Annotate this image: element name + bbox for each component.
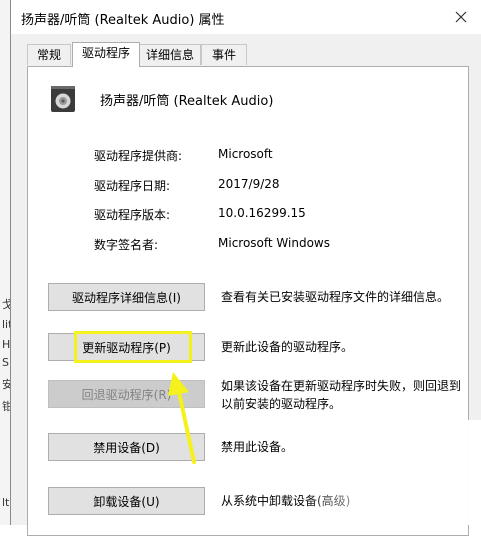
tab-driver[interactable]: 驱动程序	[72, 42, 140, 67]
rollback-driver-desc-line1: 如果该设备在更新驱动程序时失败，则回退到	[221, 379, 462, 393]
version-label: 驱动程序版本:	[94, 208, 171, 222]
highlight-box	[74, 331, 192, 363]
rollback-driver-desc-line2: 以前安装的驱动程序。	[221, 397, 342, 411]
background-text: S	[2, 356, 9, 369]
device-name: 扬声器/听筒 (Realtek Audio)	[100, 94, 274, 109]
update-driver-desc: 更新此设备的驱动程序。	[221, 340, 354, 354]
properties-dialog: 扬声器/听筒 (Realtek Audio) 属性 常规 驱动程序 详细信息 事…	[10, 0, 481, 536]
tab-events[interactable]: 事件	[201, 44, 247, 65]
close-icon	[455, 11, 467, 23]
driver-details-desc: 查看有关已安装驱动程序文件的详细信息。	[221, 290, 450, 304]
driver-tab-panel: 扬声器/听筒 (Realtek Audio) 驱动程序提供商: Microsof…	[27, 66, 469, 536]
provider-value: Microsoft	[218, 147, 273, 161]
tab-details[interactable]: 详细信息	[139, 44, 201, 65]
uninstall-device-button[interactable]: 卸载设备(U)	[48, 487, 205, 515]
background-text: lt	[2, 496, 10, 509]
speaker-icon	[51, 86, 75, 112]
date-value: 2017/9/28	[218, 177, 280, 191]
window-title: 扬声器/听筒 (Realtek Audio) 属性	[21, 13, 225, 28]
close-button[interactable]	[447, 4, 475, 30]
title-bar[interactable]: 扬声器/听筒 (Realtek Audio) 属性	[11, 0, 481, 34]
version-value: 10.0.16299.15	[218, 206, 306, 220]
uninstall-device-desc: 从系统中卸载设备(高级)	[221, 494, 351, 508]
disable-device-button[interactable]: 禁用设备(D)	[48, 433, 205, 461]
tab-general[interactable]: 常规	[27, 44, 71, 65]
signer-label: 数字签名者:	[94, 238, 159, 252]
date-label: 驱动程序日期:	[94, 179, 171, 193]
signer-value: Microsoft Windows	[218, 236, 330, 250]
rollback-driver-button[interactable]: 回退驱动程序(R)	[48, 380, 205, 408]
disable-device-desc: 禁用此设备。	[221, 440, 294, 454]
driver-details-button[interactable]: 驱动程序详细信息(I)	[48, 283, 205, 311]
provider-label: 驱动程序提供商:	[94, 149, 183, 163]
